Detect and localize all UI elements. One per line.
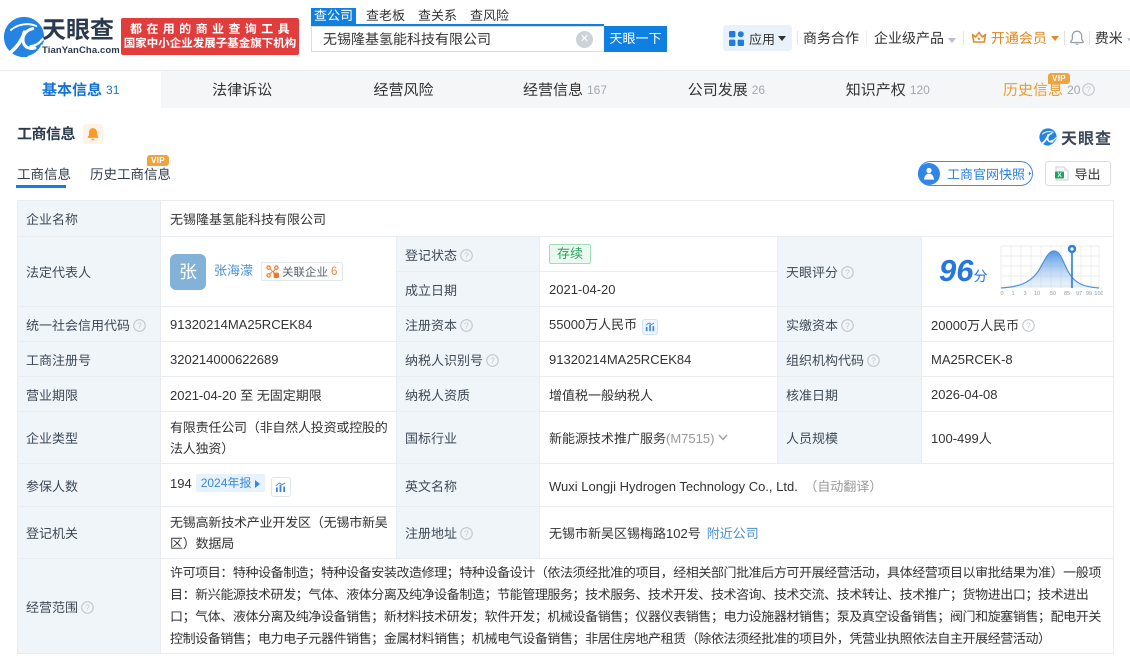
svg-text:85: 85: [1064, 291, 1070, 297]
svg-text:3: 3: [1024, 291, 1027, 297]
svg-text:?: ?: [871, 355, 876, 365]
svg-text:?: ?: [464, 528, 469, 538]
svg-text:50: 50: [1050, 291, 1056, 297]
svg-text:?: ?: [845, 267, 850, 277]
svg-text:?: ?: [490, 355, 495, 365]
svg-text:0: 0: [1001, 291, 1004, 297]
svg-text:X: X: [1058, 172, 1063, 179]
svg-text:?: ?: [464, 250, 469, 260]
svg-text:100: 100: [1095, 291, 1104, 297]
svg-text:?: ?: [137, 320, 142, 330]
svg-text:10: 10: [1034, 291, 1040, 297]
svg-text:99: 99: [1086, 291, 1092, 297]
svg-text:?: ?: [845, 320, 850, 330]
svg-text:1: 1: [1012, 291, 1015, 297]
svg-text:?: ?: [1087, 84, 1092, 94]
svg-text:97: 97: [1076, 291, 1082, 297]
svg-text:?: ?: [464, 320, 469, 330]
svg-text:?: ?: [1026, 320, 1031, 330]
svg-text:?: ?: [85, 602, 90, 612]
